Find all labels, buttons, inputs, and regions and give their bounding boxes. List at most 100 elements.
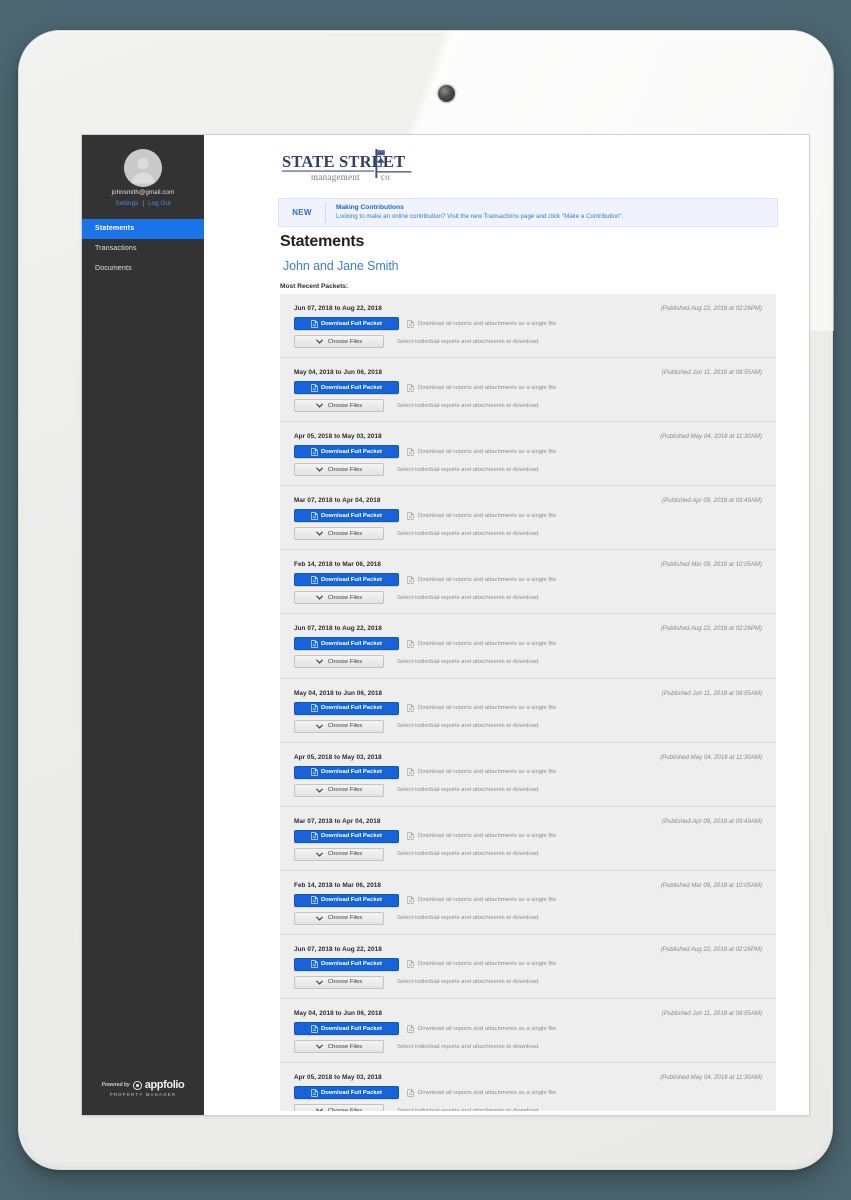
choose-row: Choose Files Select individual reports a… <box>294 719 762 733</box>
download-button-label: Download Full Packet <box>321 512 382 519</box>
download-row: Download Full Packet Download all report… <box>294 317 762 330</box>
download-button-label: Download Full Packet <box>321 320 382 327</box>
sidebar-item-documents[interactable]: Documents <box>82 259 204 279</box>
choose-row: Choose Files Select individual reports a… <box>294 399 762 413</box>
download-row: Download Full Packet Download all report… <box>294 957 762 971</box>
download-full-packet-button[interactable]: Download Full Packet <box>294 317 399 330</box>
choose-helper-text: Select individual reports and attachment… <box>397 403 540 409</box>
document-icon <box>311 447 318 456</box>
download-helper-label: Download all reports and attachments as … <box>418 961 558 968</box>
promo-banner: NEW Making Contributions Looking to make… <box>278 198 778 227</box>
packet-published-date: (Published May 04, 2018 at 11:30AM) <box>660 753 762 761</box>
download-full-packet-button[interactable]: Download Full Packet <box>294 893 399 907</box>
download-helper-text: Download all reports and attachments as … <box>407 383 558 392</box>
chevron-down-icon <box>315 531 323 536</box>
chevron-down-icon <box>315 339 323 344</box>
choose-helper-label: Select individual reports and attachment… <box>397 402 540 409</box>
choose-files-button[interactable]: Choose Files <box>294 399 384 413</box>
document-icon <box>407 383 414 392</box>
powered-by-prefix: Powered by <box>101 1082 130 1088</box>
download-full-packet-button[interactable]: Download Full Packet <box>294 829 399 843</box>
tablet-device-frame: johnsmith@gmail.com Settings | Log Out Sta… <box>18 30 834 1170</box>
packet-published-date: (Published Jun 11, 2018 at 08:55AM) <box>661 689 762 697</box>
logout-link[interactable]: Log Out <box>148 200 171 207</box>
front-camera-icon <box>438 85 455 102</box>
choose-files-button[interactable]: Choose Files <box>294 655 384 669</box>
download-full-packet-button[interactable]: Download Full Packet <box>294 957 399 971</box>
packet-published-date: (Published Apr 09, 2018 at 09:49AM) <box>661 497 762 505</box>
choose-files-button[interactable]: Choose Files <box>294 527 384 541</box>
download-helper-label: Download all reports and attachments as … <box>418 576 558 583</box>
choose-button-label: Choose Files <box>327 530 363 537</box>
document-icon <box>311 704 318 712</box>
settings-link[interactable]: Settings <box>115 200 138 207</box>
choose-helper-label: Select individual reports and attachment… <box>397 787 540 794</box>
download-helper-label: Download all reports and attachments as … <box>418 833 558 840</box>
download-full-packet-button[interactable]: Download Full Packet <box>294 637 399 651</box>
download-button-label: Download Full Packet <box>321 640 382 647</box>
packet-row: Jun 07, 2018 to Aug 22, 2018 (Published … <box>280 614 776 679</box>
choose-files-button[interactable]: Choose Files <box>294 335 384 348</box>
account-name[interactable]: John and Jane Smith <box>283 259 399 273</box>
choose-files-button[interactable]: Choose Files <box>294 1040 384 1054</box>
download-helper-label: Download all reports and attachments as … <box>418 705 558 712</box>
download-row: Download Full Packet Download all report… <box>294 893 762 907</box>
choose-helper-label: Select individual reports and attachment… <box>397 915 540 922</box>
document-icon <box>407 832 414 840</box>
choose-helper-text: Select individual reports and attachment… <box>397 915 540 921</box>
packet-row: May 04, 2018 to Jun 06, 2018 (Published … <box>280 679 776 743</box>
download-full-packet-button[interactable]: Download Full Packet <box>294 1022 399 1036</box>
packet-row: Apr 05, 2018 to May 03, 2018 (Published … <box>280 1063 776 1115</box>
choose-files-button[interactable]: Choose Files <box>294 591 384 605</box>
download-full-packet-button[interactable]: Download Full Packet <box>294 381 399 395</box>
document-icon <box>407 896 414 905</box>
sidebar-item-transactions[interactable]: Transactions <box>82 239 204 259</box>
packet-row: Mar 07, 2018 to Apr 04, 2018 (Published … <box>280 486 776 551</box>
download-full-packet-button[interactable]: Download Full Packet <box>294 701 399 715</box>
download-helper-label: Download all reports and attachments as … <box>418 1089 558 1096</box>
packet-published-date: (Published May 04, 2018 at 11:30AM) <box>660 1074 762 1082</box>
download-full-packet-button[interactable]: Download Full Packet <box>294 509 399 523</box>
download-full-packet-button[interactable]: Download Full Packet <box>294 1086 399 1100</box>
choose-files-button[interactable]: Choose Files <box>294 911 384 925</box>
choose-files-button[interactable]: Choose Files <box>294 975 384 989</box>
packet-published-date: (Published Mar 09, 2018 at 10:05AM) <box>660 881 762 889</box>
download-button-label: Download Full Packet <box>321 448 382 455</box>
choose-helper-text: Select individual reports and attachment… <box>397 659 540 665</box>
choose-row: Choose Files Select individual reports a… <box>294 527 762 541</box>
download-full-packet-button[interactable]: Download Full Packet <box>294 445 399 459</box>
choose-button-label: Choose Files <box>327 851 363 858</box>
choose-helper-label: Select individual reports and attachment… <box>397 466 540 473</box>
choose-files-button[interactable]: Choose Files <box>294 847 384 861</box>
document-icon <box>311 640 318 648</box>
download-helper-label: Download all reports and attachments as … <box>418 512 558 519</box>
choose-files-button[interactable]: Choose Files <box>294 783 384 797</box>
svg-text:management: management <box>311 172 360 182</box>
chevron-down-icon <box>315 724 323 729</box>
download-row: Download Full Packet Download all report… <box>294 765 762 779</box>
download-full-packet-button[interactable]: Download Full Packet <box>294 573 399 587</box>
document-icon <box>407 1024 414 1033</box>
choose-files-button[interactable]: Choose Files <box>294 719 384 733</box>
download-helper-text: Download all reports and attachments as … <box>407 640 558 648</box>
document-icon <box>311 960 318 969</box>
packet-published-date: (Published Aug 22, 2018 at 02:26PM) <box>660 625 762 633</box>
choose-button-label: Choose Files <box>327 658 363 665</box>
chevron-down-icon <box>315 467 323 472</box>
sidebar-item-statements[interactable]: Statements <box>82 219 204 239</box>
choose-files-button[interactable]: Choose Files <box>294 463 384 477</box>
download-full-packet-button[interactable]: Download Full Packet <box>294 765 399 779</box>
document-icon <box>407 512 414 520</box>
document-icon <box>407 960 414 969</box>
chevron-down-icon <box>315 916 323 921</box>
choose-helper-text: Select individual reports and attachment… <box>397 1044 540 1050</box>
document-icon <box>311 896 318 905</box>
download-helper-text: Download all reports and attachments as … <box>407 512 558 520</box>
svg-text:co: co <box>381 172 390 182</box>
choose-helper-label: Select individual reports and attachment… <box>397 530 540 537</box>
packet-published-date: (Published Mar 09, 2018 at 10:05AM) <box>660 561 762 569</box>
packet-published-date: (Published Apr 09, 2018 at 09:49AM) <box>661 817 762 825</box>
tablet-screen: johnsmith@gmail.com Settings | Log Out Sta… <box>82 135 809 1115</box>
banner-title: Making Contributions <box>336 203 404 211</box>
download-button-label: Download Full Packet <box>321 833 382 840</box>
